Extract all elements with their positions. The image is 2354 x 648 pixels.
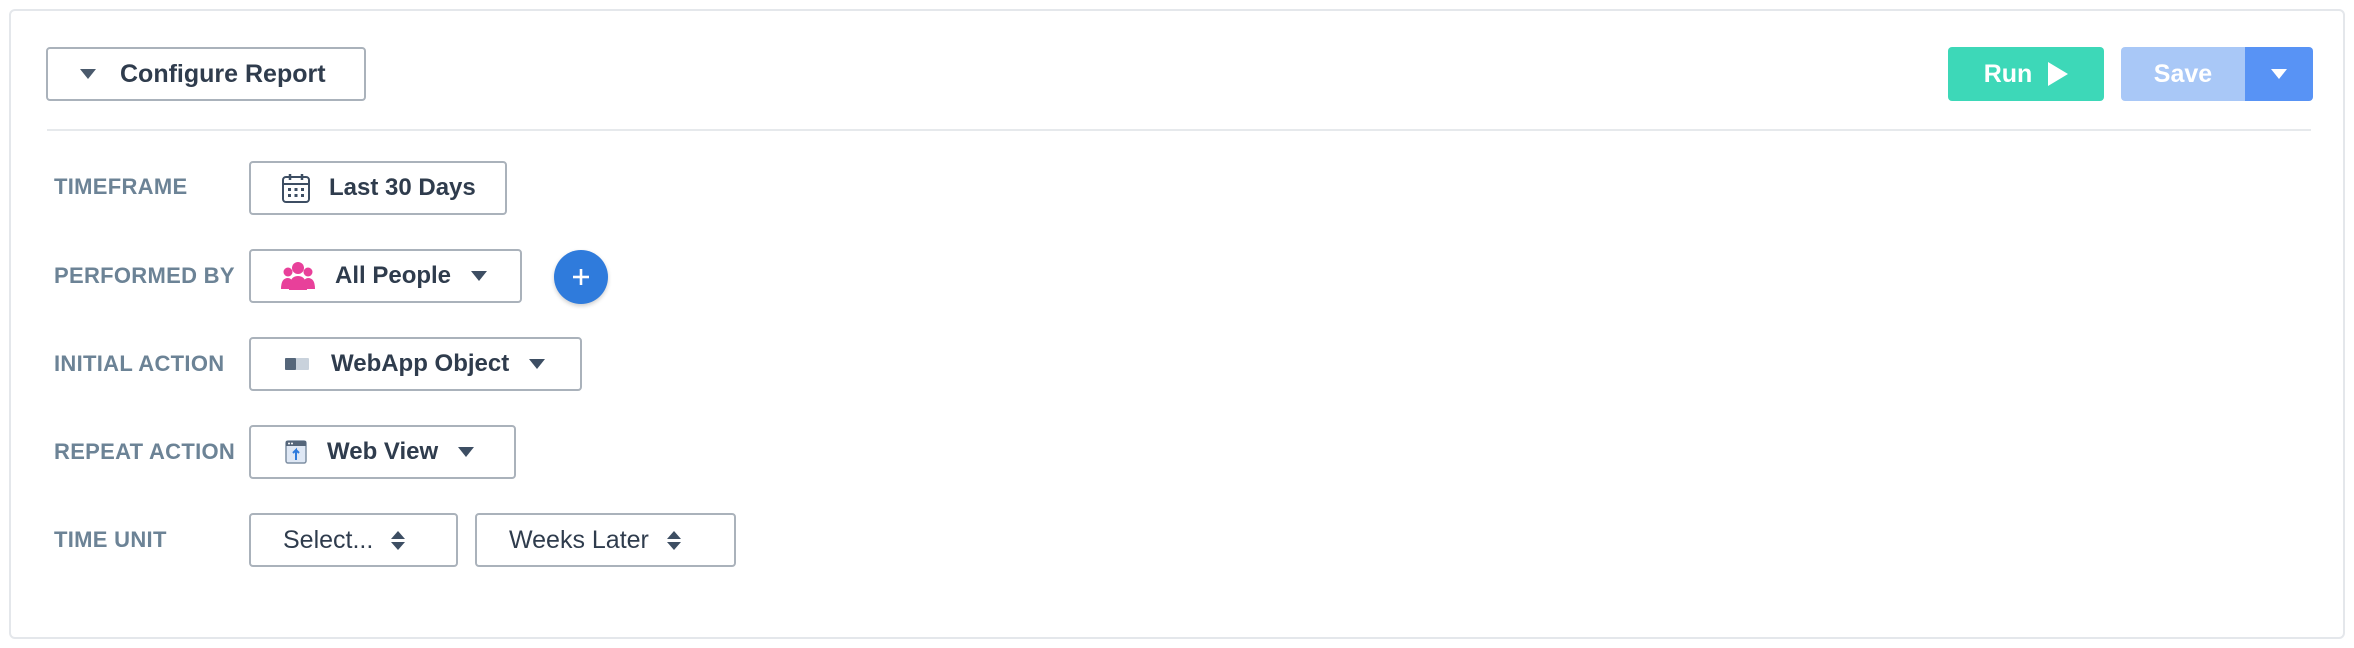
run-button[interactable]: Run [1948, 47, 2104, 101]
sort-arrows-icon [391, 530, 406, 550]
repeat-action-dropdown[interactable]: Web View [249, 425, 516, 479]
add-segment-button[interactable] [554, 250, 608, 304]
caret-down-icon [471, 271, 488, 281]
caret-down-icon [529, 359, 546, 369]
time-unit-label: TIME UNIT [54, 527, 167, 552]
people-icon [281, 262, 315, 290]
run-label: Run [1983, 59, 2033, 88]
web-view-icon [285, 440, 307, 464]
play-icon [2048, 62, 2069, 86]
time-unit-select[interactable]: Select... [249, 513, 458, 567]
calendar-icon [282, 174, 310, 203]
initial-action-dropdown[interactable]: WebApp Object [249, 337, 582, 391]
caret-down-icon [80, 69, 96, 79]
timeframe-value: Last 30 Days [329, 174, 476, 201]
configure-report-toggle[interactable]: Configure Report [46, 47, 366, 101]
save-button[interactable]: Save [2121, 47, 2245, 101]
configure-report-label: Configure Report [120, 59, 326, 88]
performed-by-dropdown[interactable]: All People [249, 249, 522, 303]
save-options-button[interactable] [2245, 47, 2313, 101]
later-unit-select[interactable]: Weeks Later [475, 513, 736, 567]
repeat-action-label: REPEAT ACTION [54, 439, 236, 464]
caret-down-icon [458, 447, 475, 457]
performed-by-value: All People [335, 262, 452, 289]
later-unit-value: Weeks Later [509, 525, 649, 554]
save-label: Save [2153, 59, 2213, 88]
webapp-object-icon [285, 358, 309, 370]
timeframe-button[interactable]: Last 30 Days [249, 161, 507, 215]
timeframe-label: TIMEFRAME [54, 174, 188, 199]
performed-by-label: PERFORMED BY [54, 263, 235, 288]
repeat-action-value: Web View [327, 438, 439, 465]
time-unit-select-value: Select... [283, 525, 374, 554]
initial-action-label: INITIAL ACTION [54, 351, 225, 376]
header-divider [47, 129, 2311, 131]
initial-action-value: WebApp Object [331, 350, 510, 377]
plus-icon [573, 269, 589, 285]
caret-down-icon [2271, 69, 2287, 79]
sort-arrows-icon [666, 530, 681, 550]
